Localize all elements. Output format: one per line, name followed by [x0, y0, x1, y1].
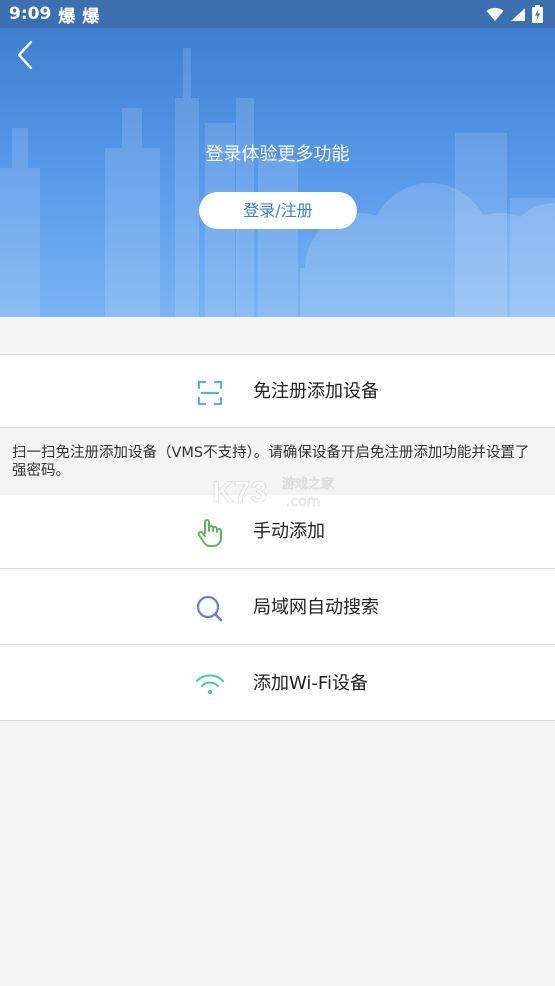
magnifier-icon	[196, 595, 223, 622]
header-banner: 登录体验更多功能 登录/注册	[0, 28, 555, 317]
notification-icon: 爆	[58, 6, 76, 27]
register-free-add-item[interactable]: 免注册添加设备	[0, 354, 555, 428]
notification-icon: 爆	[82, 6, 100, 27]
battery-charging-icon	[532, 5, 543, 23]
lan-search-item[interactable]: 局域网自动搜索	[0, 571, 555, 645]
back-arrow-icon[interactable]	[12, 40, 42, 70]
city-skyline-illustration	[0, 48, 555, 317]
status-left: 9:09 爆 爆	[9, 2, 99, 27]
hand-pointer-icon	[197, 519, 222, 547]
status-bar: 9:09 爆 爆	[0, 0, 555, 28]
header-tagline: 登录体验更多功能	[205, 144, 350, 165]
manual-add-item[interactable]: 手动添加	[0, 495, 555, 569]
register-free-add-label: 免注册添加设备	[253, 381, 379, 402]
login-register-button[interactable]: 登录/注册	[199, 192, 357, 229]
status-time: 9:09	[9, 4, 52, 24]
status-right	[486, 5, 543, 23]
wifi-device-label: 添加Wi-Fi设备	[253, 673, 368, 694]
signal-icon	[511, 7, 525, 21]
wifi-icon	[486, 7, 504, 21]
scan-frame-icon	[197, 380, 223, 406]
register-free-note: 扫一扫免注册添加设备（VMS不支持）。请确保设备开启免注册添加功能并设置了强密码…	[0, 430, 555, 494]
manual-add-label: 手动添加	[253, 521, 325, 542]
wifi-device-item[interactable]: 添加Wi-Fi设备	[0, 647, 555, 721]
lan-search-label: 局域网自动搜索	[253, 597, 379, 618]
wifi-icon	[195, 674, 225, 695]
